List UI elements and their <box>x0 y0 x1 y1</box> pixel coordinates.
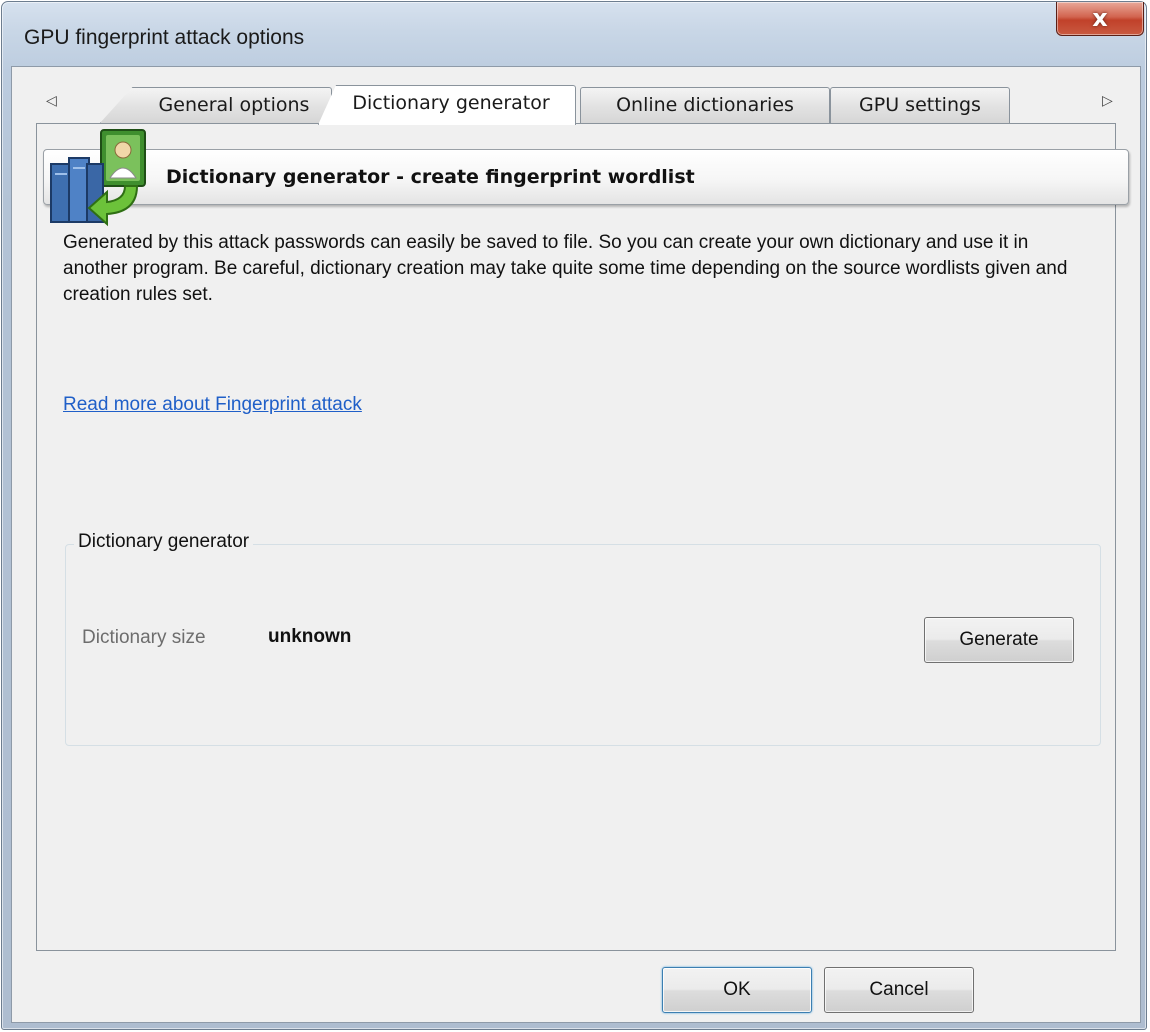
tab-label: General options <box>158 94 310 116</box>
tab-scroll-right-icon[interactable]: ▷ <box>1102 93 1113 109</box>
tab-gpu-settings[interactable]: GPU settings <box>830 87 1010 123</box>
tab-strip: ◁ General options Dictionary generator O… <box>12 67 1140 127</box>
tab-label: GPU settings <box>859 94 981 116</box>
dictionary-size-label: Dictionary size <box>82 627 206 648</box>
dictionary-size-value: unknown <box>268 626 352 647</box>
dialog-window: GPU fingerprint attack options x ◁ Gener… <box>1 1 1147 1030</box>
close-icon: x <box>1092 4 1108 32</box>
description-text: Generated by this attack passwords can e… <box>63 232 1068 305</box>
tab-scroll-left-icon[interactable]: ◁ <box>46 93 57 109</box>
dictionary-books-user-icon <box>50 129 146 227</box>
group-legend: Dictionary generator <box>74 531 254 553</box>
close-button[interactable]: x <box>1056 2 1144 36</box>
section-header-title: Dictionary generator - create fingerprin… <box>166 166 695 188</box>
tab-panel-dictionary-generator: Dictionary generator - create fingerprin… <box>36 123 1129 951</box>
tab-label: Dictionary generator <box>352 92 550 114</box>
dictionary-generator-group: Dictionary generator Dictionary size unk… <box>65 531 1101 746</box>
ok-button[interactable]: OK <box>662 967 812 1013</box>
generate-button[interactable]: Generate <box>924 617 1074 663</box>
tab-dictionary-generator[interactable]: Dictionary generator <box>318 85 576 125</box>
window-title: GPU fingerprint attack options <box>24 26 305 49</box>
cancel-button[interactable]: Cancel <box>824 967 974 1013</box>
read-more-link[interactable]: Read more about Fingerprint attack <box>63 394 362 416</box>
tab-general-options[interactable]: General options <box>100 87 332 123</box>
tab-label: Online dictionaries <box>616 94 794 116</box>
dialog-client-area: ◁ General options Dictionary generator O… <box>11 66 1141 1023</box>
tab-online-dictionaries[interactable]: Online dictionaries <box>580 87 830 123</box>
section-header-banner: Dictionary generator - create fingerprin… <box>43 149 1129 205</box>
